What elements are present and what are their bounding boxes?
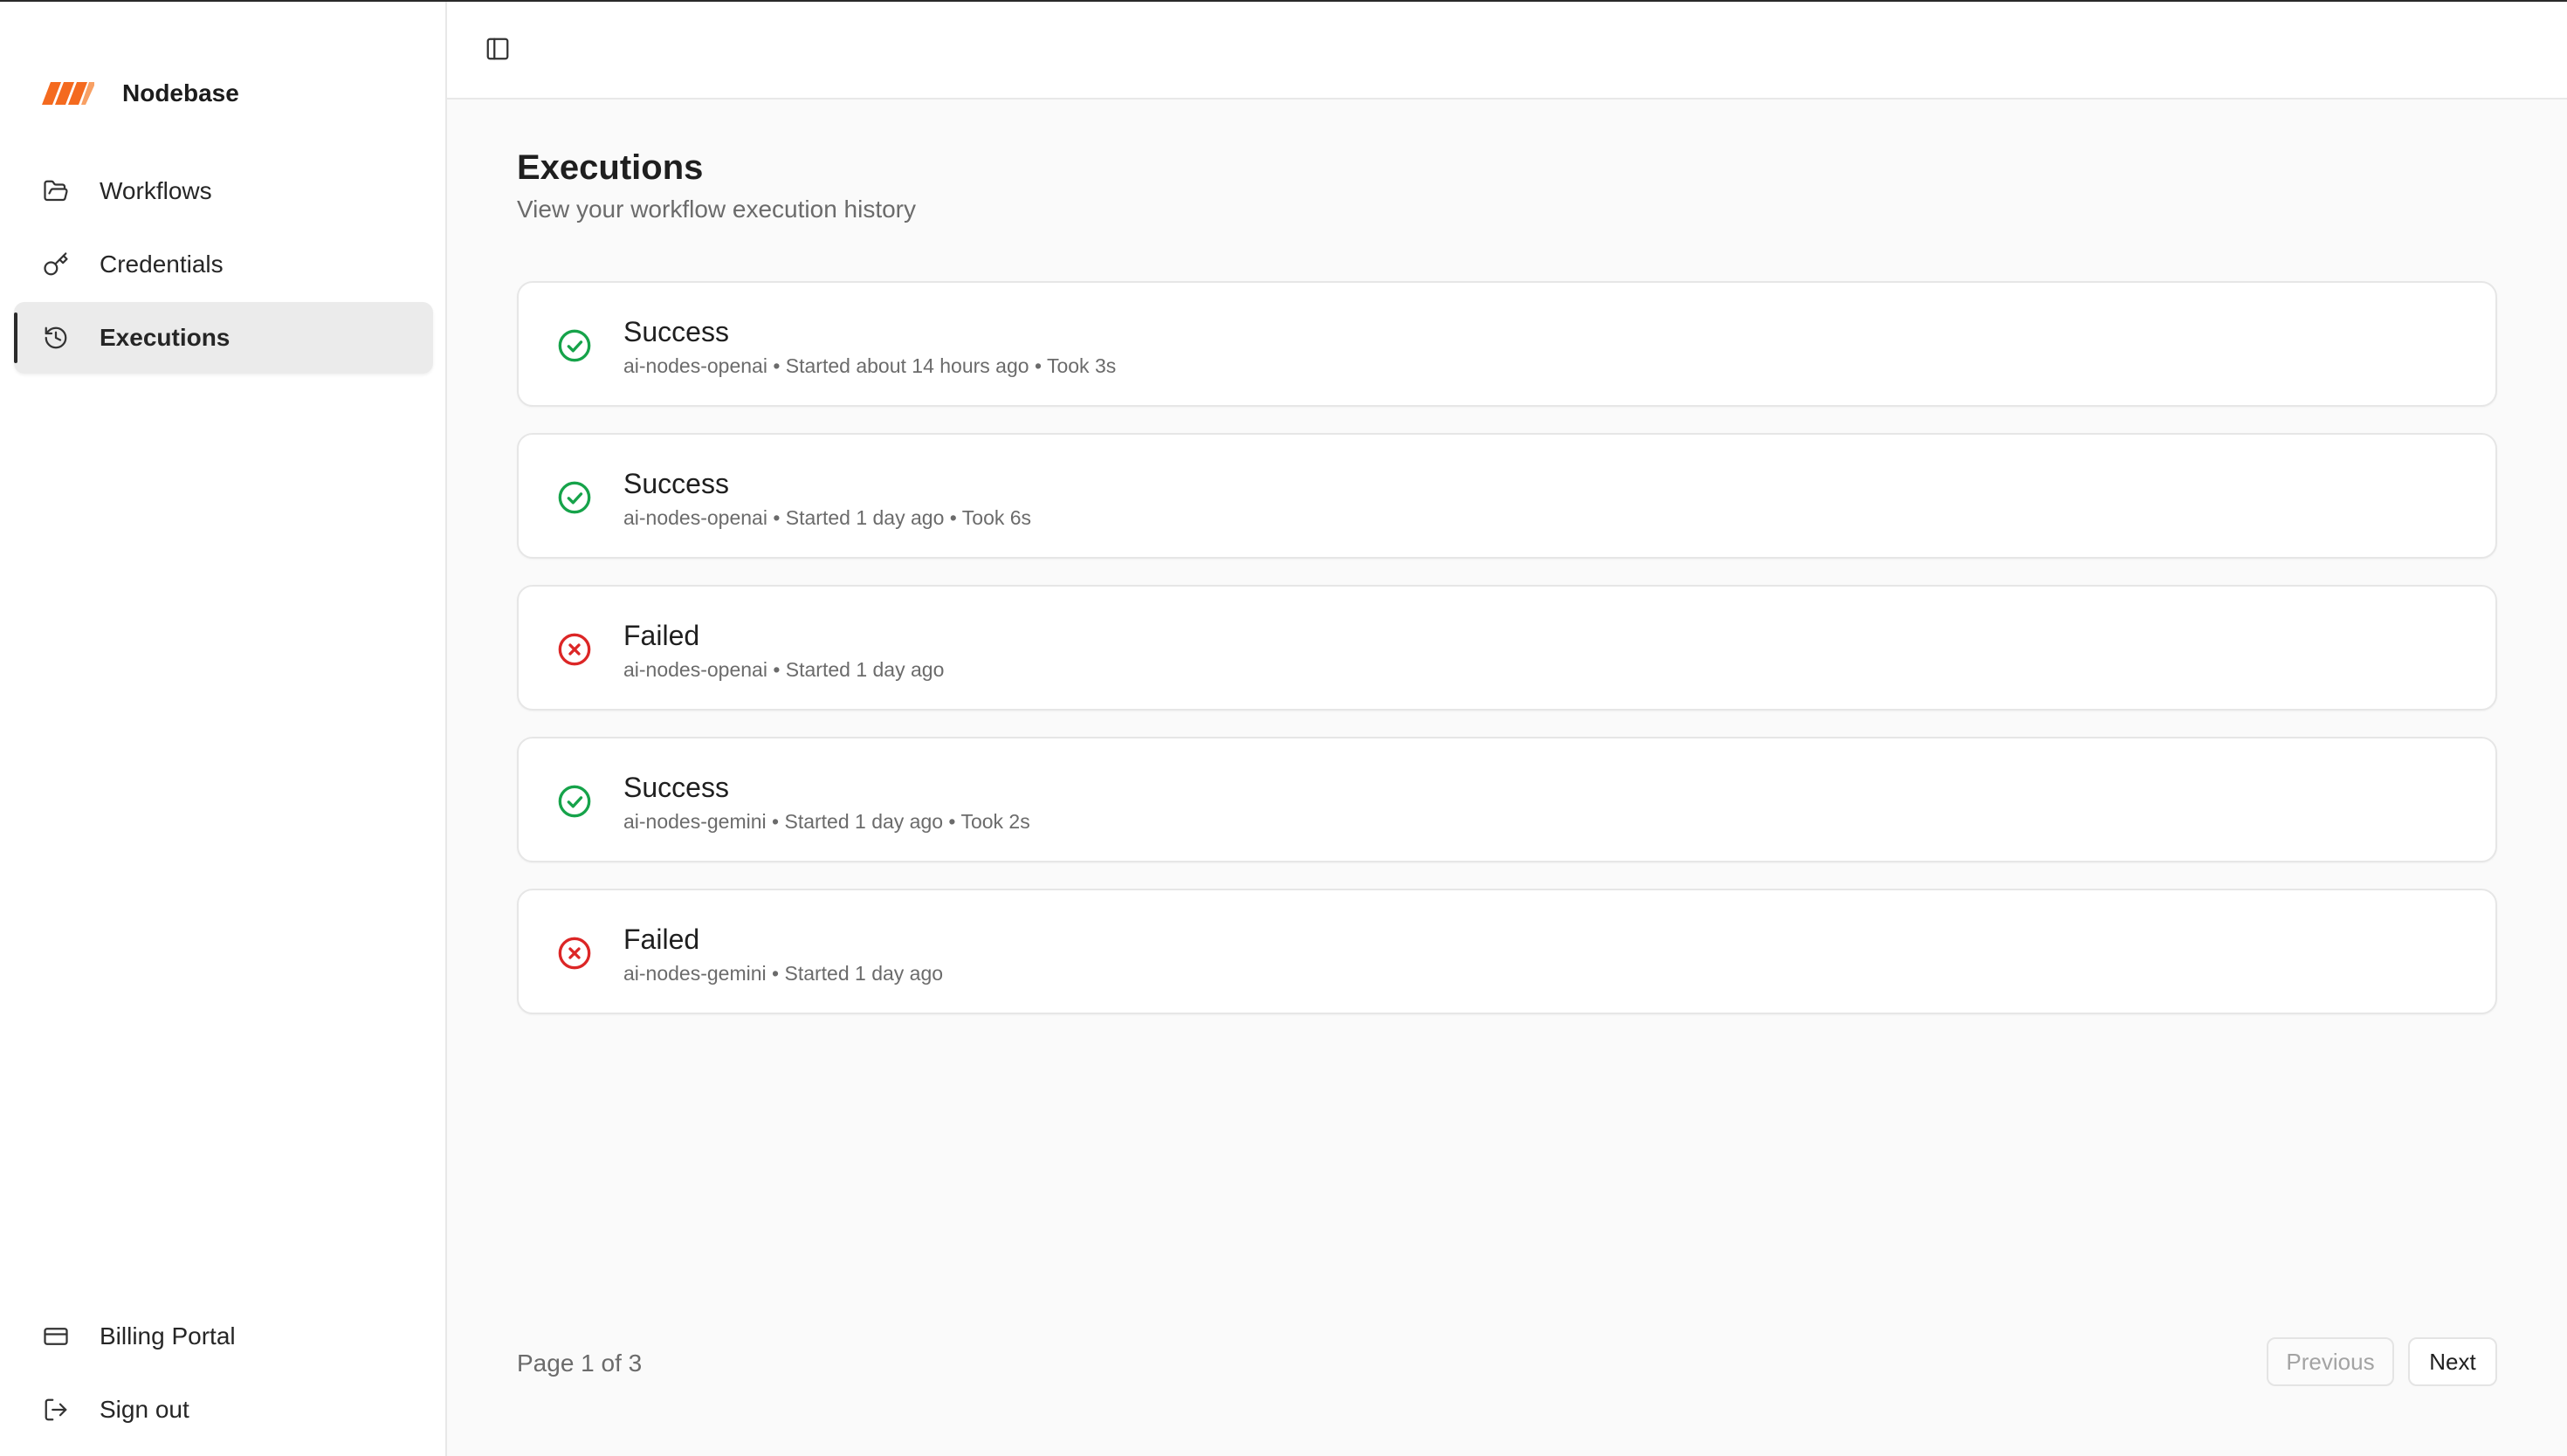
sidebar-item-label: Credentials <box>100 251 224 278</box>
execution-meta: ai-nodes-openai • Started about 14 hours… <box>623 354 1117 377</box>
sidebar-item-sign-out[interactable]: Sign out <box>14 1374 433 1446</box>
log-out-icon <box>42 1396 70 1424</box>
sidebar-item-credentials[interactable]: Credentials <box>14 229 433 300</box>
previous-page-button[interactable]: Previous <box>2267 1337 2394 1386</box>
execution-item[interactable]: Failed ai-nodes-openai • Started 1 day a… <box>517 585 2497 711</box>
sidebar-item-label: Sign out <box>100 1396 189 1423</box>
execution-item[interactable]: Success ai-nodes-openai • Started 1 day … <box>517 433 2497 559</box>
execution-status: Failed <box>623 924 700 955</box>
check-circle-icon <box>558 785 591 818</box>
panel-left-icon <box>486 38 509 60</box>
sidebar-item-label: Workflows <box>100 177 212 204</box>
x-circle-icon <box>558 633 591 666</box>
execution-meta: ai-nodes-openai • Started 1 day ago <box>623 658 945 681</box>
sidebar-footer-nav: Billing Portal Sign out <box>14 1301 433 1447</box>
folder-open-icon <box>42 177 70 205</box>
app-window: Nodebase Workflows Credentials Execution… <box>0 0 2567 1456</box>
sidebar-item-workflows[interactable]: Workflows <box>14 155 433 227</box>
execution-item[interactable]: Success ai-nodes-gemini • Started 1 day … <box>517 737 2497 862</box>
execution-status: Success <box>623 468 729 499</box>
x-circle-icon <box>558 937 591 970</box>
top-bar <box>447 2 2567 100</box>
key-icon <box>42 251 70 278</box>
nodebase-logo-icon <box>42 82 94 105</box>
execution-meta: ai-nodes-gemini • Started 1 day ago • To… <box>623 810 1030 833</box>
sidebar-item-label: Billing Portal <box>100 1322 236 1350</box>
execution-status: Failed <box>623 620 700 651</box>
history-icon <box>42 324 70 352</box>
execution-status: Success <box>623 316 729 347</box>
page-subtitle: View your workflow execution history <box>517 196 917 223</box>
check-circle-icon <box>558 481 591 514</box>
sidebar-item-executions[interactable]: Executions <box>14 302 433 374</box>
brand[interactable]: Nodebase <box>42 72 239 115</box>
credit-card-icon <box>42 1322 70 1350</box>
sidebar: Nodebase Workflows Credentials Execution… <box>0 2 447 1456</box>
execution-status: Success <box>623 772 729 803</box>
execution-meta: ai-nodes-gemini • Started 1 day ago <box>623 962 944 985</box>
next-page-button[interactable]: Next <box>2408 1337 2497 1386</box>
sidebar-toggle-button[interactable] <box>484 35 512 63</box>
sidebar-item-label: Executions <box>100 324 231 351</box>
page-title: Executions <box>517 148 704 187</box>
execution-item[interactable]: Success ai-nodes-openai • Started about … <box>517 281 2497 407</box>
check-circle-icon <box>558 329 591 362</box>
pagination-info: Page 1 of 3 <box>517 1350 643 1377</box>
sidebar-item-billing-portal[interactable]: Billing Portal <box>14 1301 433 1372</box>
execution-meta: ai-nodes-openai • Started 1 day ago • To… <box>623 506 1032 529</box>
sidebar-nav: Workflows Credentials Executions <box>14 155 433 375</box>
brand-name: Nodebase <box>122 79 239 106</box>
executions-list: Success ai-nodes-openai • Started about … <box>517 281 2497 1040</box>
main-content: Executions View your workflow execution … <box>447 100 2567 1456</box>
execution-item[interactable]: Failed ai-nodes-gemini • Started 1 day a… <box>517 889 2497 1014</box>
